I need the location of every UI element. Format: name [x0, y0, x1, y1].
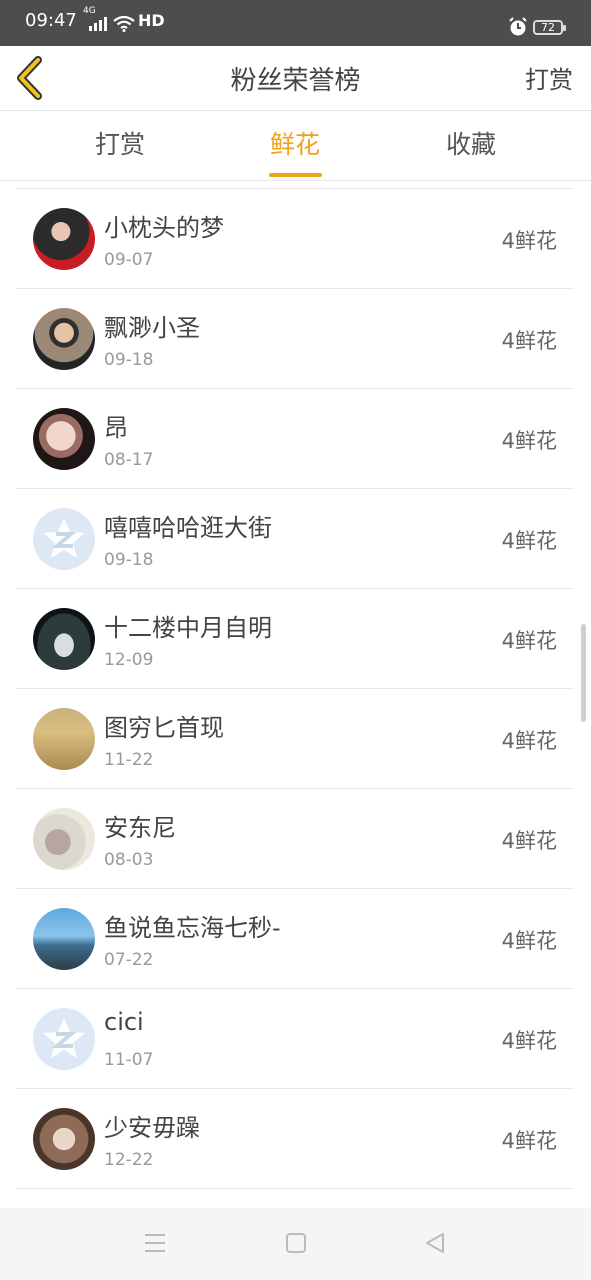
fan-name: 嘻嘻哈哈逛大街 [104, 514, 272, 542]
avatar[interactable] [33, 608, 95, 670]
fan-date: 12-09 [104, 650, 154, 670]
flower-count: 4鲜花 [501, 1029, 557, 1053]
status-bar: 09:47 4G HD 72 [0, 0, 591, 46]
default-avatar-icon [43, 1018, 85, 1058]
active-tab-indicator [269, 173, 322, 177]
fan-ranking-list: 小枕头的梦 09-07 4鲜花 飘渺小圣 09-18 4鲜花 昂 08-17 4… [16, 188, 574, 1189]
avatar[interactable] [33, 1008, 95, 1070]
tab-flowers[interactable]: 鲜花 [220, 111, 370, 180]
avatar[interactable] [33, 308, 95, 370]
list-item[interactable]: 安东尼 08-03 4鲜花 [16, 788, 574, 888]
fan-name: 飘渺小圣 [104, 314, 200, 342]
tab-label: 打赏 [94, 130, 145, 159]
signal-icon [89, 17, 107, 31]
scrollbar[interactable] [581, 624, 586, 722]
avatar[interactable] [33, 1108, 95, 1170]
avatar[interactable] [33, 408, 95, 470]
battery-indicator: 72 [533, 20, 566, 35]
fan-name: 昂 [104, 414, 128, 442]
system-nav-bar [0, 1208, 591, 1280]
fan-name: 十二楼中月自明 [104, 614, 272, 642]
list-item[interactable]: 小枕头的梦 09-07 4鲜花 [16, 188, 574, 288]
fan-date: 08-03 [104, 850, 154, 870]
reward-action-button[interactable]: 打赏 [525, 60, 573, 95]
tab-favorites[interactable]: 收藏 [396, 111, 546, 180]
fan-date: 07-22 [104, 950, 154, 970]
fan-date: 09-07 [104, 250, 154, 270]
menu-icon[interactable] [144, 1232, 166, 1254]
network-type-label: 4G [83, 6, 96, 16]
tab-bar: 打赏 鲜花 收藏 [0, 111, 591, 181]
tab-label: 鲜花 [269, 130, 320, 159]
flower-count: 4鲜花 [501, 729, 557, 753]
avatar[interactable] [33, 808, 95, 870]
tab-reward[interactable]: 打赏 [45, 111, 195, 180]
fan-name: cici [104, 1008, 144, 1036]
page-title: 粉丝荣誉榜 [230, 66, 361, 96]
alarm-icon [509, 17, 527, 36]
fan-name: 安东尼 [104, 814, 176, 842]
flower-count: 4鲜花 [501, 529, 557, 553]
fan-name: 小枕头的梦 [104, 214, 224, 242]
tab-label: 收藏 [445, 130, 496, 159]
list-item[interactable]: 嘻嘻哈哈逛大街 09-18 4鲜花 [16, 488, 574, 588]
fan-name: 鱼说鱼忘海七秒- [104, 914, 281, 942]
status-time: 09:47 [25, 10, 77, 31]
list-item[interactable]: 十二楼中月自明 12-09 4鲜花 [16, 588, 574, 688]
avatar[interactable] [33, 708, 95, 770]
list-item[interactable]: cici 11-07 4鲜花 [16, 988, 574, 1088]
back-triangle-icon[interactable] [424, 1232, 446, 1254]
list-item[interactable]: 图穷匕首现 11-22 4鲜花 [16, 688, 574, 788]
avatar[interactable] [33, 908, 95, 970]
flower-count: 4鲜花 [501, 429, 557, 453]
list-item[interactable]: 昂 08-17 4鲜花 [16, 388, 574, 488]
flower-count: 4鲜花 [501, 929, 557, 953]
list-item[interactable]: 飘渺小圣 09-18 4鲜花 [16, 288, 574, 388]
home-square-icon[interactable] [285, 1232, 307, 1254]
flower-count: 4鲜花 [501, 329, 557, 353]
fan-name: 少安毋躁 [104, 1114, 200, 1142]
fan-date: 09-18 [104, 350, 154, 370]
default-avatar-icon [43, 518, 85, 558]
flower-count: 4鲜花 [501, 229, 557, 253]
wifi-icon [113, 16, 135, 32]
fan-date: 09-18 [104, 550, 154, 570]
avatar[interactable] [33, 508, 95, 570]
fan-name: 图穷匕首现 [104, 714, 224, 742]
fan-date: 11-22 [104, 750, 154, 770]
fan-date: 12-22 [104, 1150, 154, 1170]
list-item[interactable]: 少安毋躁 12-22 4鲜花 [16, 1088, 574, 1189]
title-bar: 粉丝荣誉榜 打赏 [0, 46, 591, 111]
list-item[interactable]: 鱼说鱼忘海七秒- 07-22 4鲜花 [16, 888, 574, 988]
fan-date: 11-07 [104, 1050, 154, 1070]
flower-count: 4鲜花 [501, 629, 557, 653]
avatar[interactable] [33, 208, 95, 270]
hd-indicator: HD [138, 11, 165, 30]
flower-count: 4鲜花 [501, 829, 557, 853]
fan-date: 08-17 [104, 450, 154, 470]
flower-count: 4鲜花 [501, 1129, 557, 1153]
